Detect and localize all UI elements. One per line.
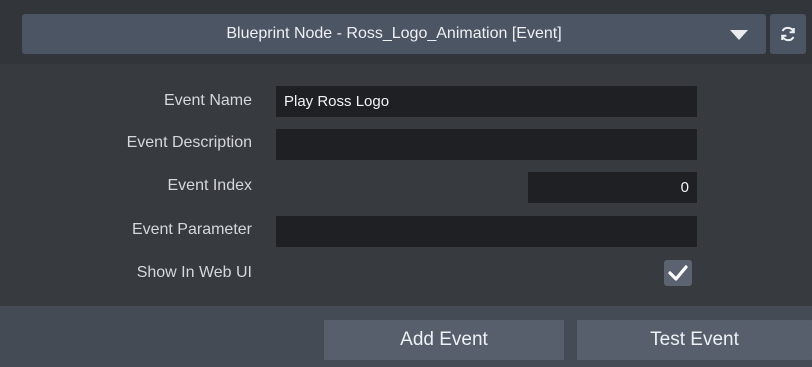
- event-parameter-label: Event Parameter: [131, 221, 252, 238]
- show-in-web-ui-label: Show In Web UI: [136, 264, 252, 281]
- add-event-button[interactable]: Add Event: [324, 320, 564, 360]
- test-event-button[interactable]: Test Event: [577, 320, 812, 360]
- event-description-input[interactable]: [276, 129, 697, 160]
- event-description-label: Event Description: [126, 134, 252, 151]
- show-in-web-ui-checkbox[interactable]: [664, 260, 692, 286]
- chevron-down-icon: [730, 30, 748, 40]
- event-parameter-input[interactable]: [276, 216, 697, 247]
- checkmark-icon: [668, 265, 688, 281]
- node-header: Blueprint Node - Ross_Logo_Animation [Ev…: [0, 0, 812, 64]
- refresh-button[interactable]: [770, 14, 806, 54]
- event-index-input[interactable]: [528, 172, 697, 203]
- action-footer: Add Event Test Event: [0, 306, 812, 367]
- refresh-icon: [781, 26, 795, 42]
- node-selector-dropdown[interactable]: Blueprint Node - Ross_Logo_Animation [Ev…: [22, 14, 766, 54]
- node-title: Blueprint Node - Ross_Logo_Animation [Ev…: [226, 25, 562, 42]
- event-name-label: Event Name: [163, 92, 252, 109]
- event-name-input[interactable]: [276, 86, 697, 117]
- event-index-label: Event Index: [167, 177, 253, 194]
